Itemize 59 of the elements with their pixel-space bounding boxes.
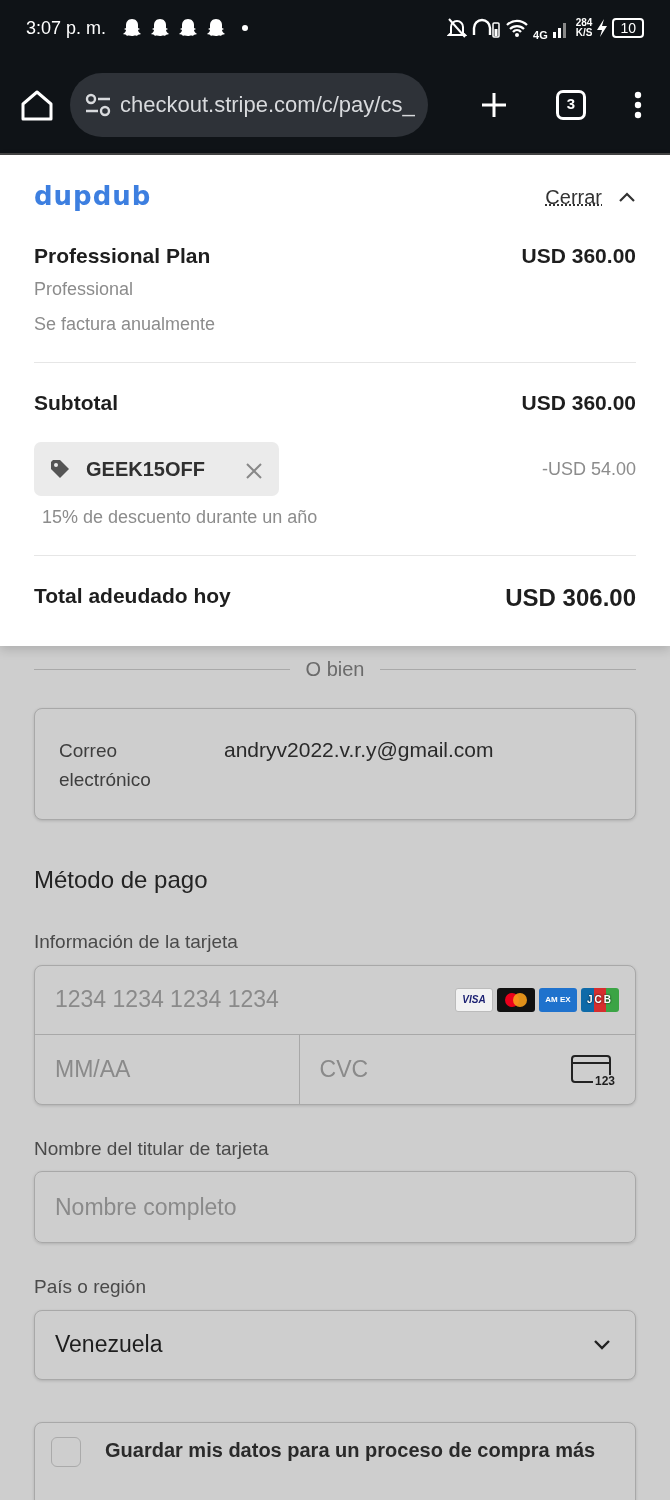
address-bar[interactable]: checkout.stripe.com/c/pay/cs_ (70, 72, 428, 137)
menu-button[interactable] (634, 90, 642, 119)
discount-amount: -USD 54.00 (541, 457, 636, 481)
tab-count-button[interactable]: 3 (556, 89, 586, 120)
headphones-icon (471, 17, 502, 39)
ghost-icon (206, 18, 227, 38)
wifi-icon (505, 18, 530, 38)
promo-code: GEEK15OFF (86, 457, 205, 482)
tag-icon (50, 459, 70, 479)
visa-logo: VISA (455, 987, 493, 1012)
plan-name: Professional Plan (34, 243, 212, 269)
speed-value: 284 (575, 18, 593, 28)
mastercard-logo (497, 987, 535, 1012)
status-time: 3:07 p. m. (26, 16, 107, 40)
cardholder-name-label: Nombre del titular de tarjeta (34, 1136, 270, 1161)
bolt-icon (596, 18, 609, 38)
ghost-icon (150, 18, 171, 38)
plan-variant: Professional (34, 277, 135, 301)
new-tab-button[interactable] (480, 90, 508, 119)
dot-icon (242, 25, 249, 31)
cvc-hint-text: 123 (592, 1075, 615, 1087)
expiry-field[interactable]: MM/AA (51, 1050, 283, 1088)
subtotal-amount: USD 360.00 (521, 389, 636, 416)
subtotal-label: Subtotal (34, 389, 118, 416)
url-text: checkout.stripe.com/c/pay/cs_ (120, 91, 415, 119)
chevron-down-icon (593, 1338, 611, 1351)
total-amount: USD 306.00 (505, 583, 636, 613)
card-number-field[interactable]: 1234 1234 1234 1234 (51, 981, 455, 1018)
ghost-icon (178, 18, 199, 38)
email-value: andryv2022.v.r.y@gmail.com (224, 737, 494, 763)
card-info-label: Información de la tarjeta (34, 930, 239, 954)
save-info-checkbox[interactable] (51, 1436, 81, 1467)
country-label: País o región (34, 1275, 147, 1299)
close-icon (244, 461, 263, 480)
cvc-field[interactable]: CVC (315, 1050, 571, 1088)
logo: dupdub (34, 180, 152, 213)
speed-unit: K/S (575, 28, 593, 38)
plus-icon (480, 90, 508, 119)
email-field[interactable]: Correo electrónico andryv2022.v.r.y@gmail.com (34, 708, 636, 820)
email-label: Correo electrónico (59, 739, 152, 792)
muted-bell-icon (447, 17, 468, 39)
cardholder-name-field[interactable]: Nombre completo (34, 1171, 636, 1243)
country-select[interactable]: Venezuela (34, 1309, 636, 1380)
battery-level: 10 (612, 18, 644, 38)
discount-description: 15% de descuento durante un año (42, 506, 319, 529)
divider-text: O bien (305, 657, 365, 682)
home-icon (20, 88, 54, 121)
tune-icon (84, 92, 112, 117)
plan-price: USD 360.00 (521, 243, 636, 269)
home-button[interactable] (20, 88, 54, 121)
payment-method-title: Método de pago (34, 865, 209, 895)
network-type: 4G (533, 27, 548, 43)
ghost-icon (122, 18, 143, 38)
amex-logo: AM EX (539, 987, 577, 1012)
billing-note: Se factura anualmente (34, 312, 216, 336)
total-label: Total adeudado hoy (34, 583, 231, 609)
collapse-button[interactable]: Cerrar (545, 181, 636, 212)
save-info-label: Guardar mis datos para un proceso de compra más (105, 1437, 596, 1463)
menu-icon (634, 90, 642, 119)
